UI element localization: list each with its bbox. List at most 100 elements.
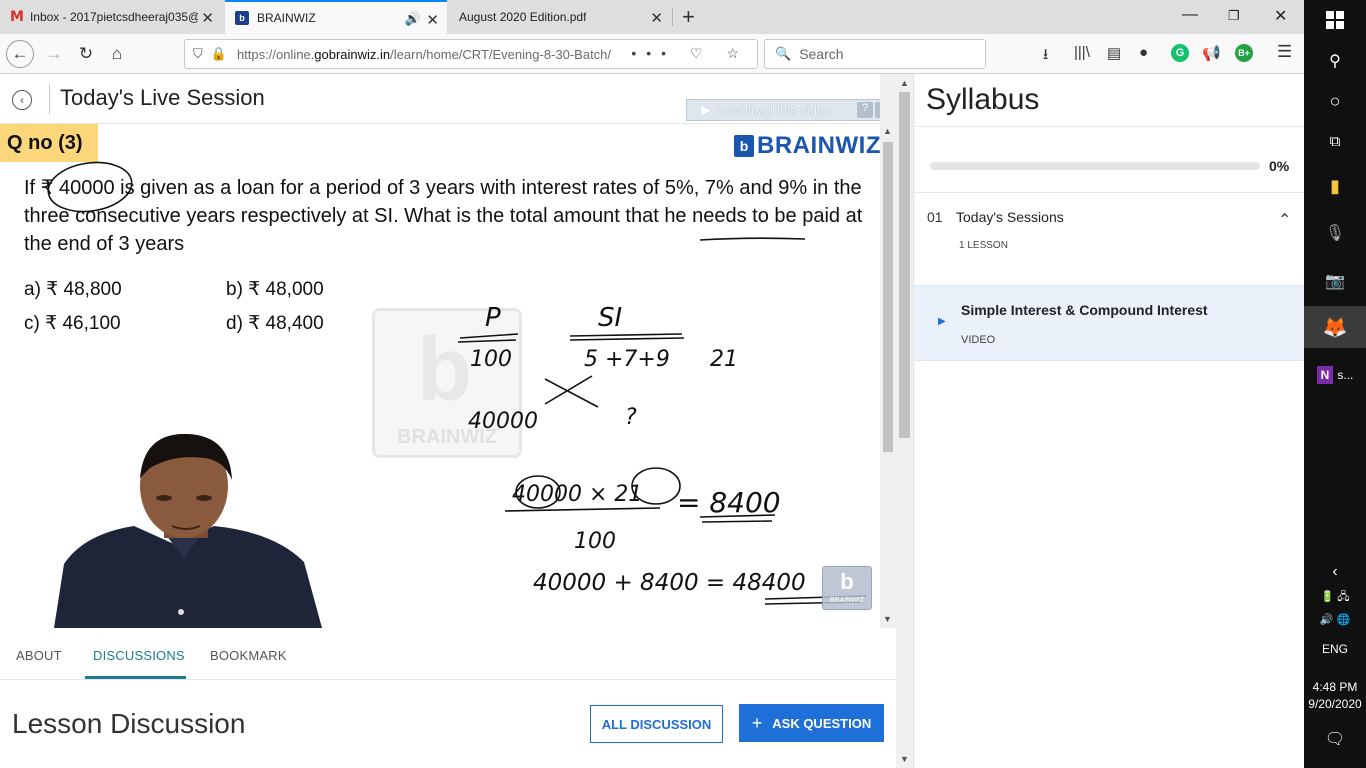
mini-logo-text: BRAINWIZ (829, 597, 865, 604)
hw-rates: 5 +7+9 (584, 347, 670, 372)
sidebar-icon[interactable]: ▤ (1107, 44, 1121, 62)
hw-21: 21 (710, 347, 738, 372)
header-divider (49, 84, 50, 114)
circle-annotation (47, 161, 133, 213)
syllabus-title: Syllabus (926, 83, 1040, 116)
download-label: Download this video (715, 102, 832, 118)
page-scrollbar[interactable]: ▲ ▼ (896, 74, 913, 768)
play-icon: ▶ (701, 102, 711, 117)
reload-button[interactable]: ↻ (72, 40, 100, 68)
webcam-icon[interactable]: 🎙 (1304, 218, 1366, 248)
lesson-item[interactable]: ▶ Simple Interest & Compound Interest VI… (914, 285, 1305, 361)
restore-icon[interactable]: ❐ (1228, 8, 1240, 24)
tab-discussions[interactable]: DISCUSSIONS (93, 648, 185, 663)
ask-question-label: ASK QUESTION (772, 715, 872, 731)
si-underline (569, 333, 685, 341)
inner-scroll-thumb[interactable] (883, 142, 893, 452)
help-icon[interactable]: ? (857, 102, 873, 118)
home-button[interactable]: ⌂ (103, 40, 131, 68)
clock-time[interactable]: 4:48 PM (1304, 680, 1366, 694)
hw-question: ? (625, 405, 637, 430)
search-icon: 🔍 (775, 46, 792, 61)
section-number: 01 (927, 209, 943, 225)
shield-icon[interactable]: ⛉ (193, 46, 203, 62)
library-icon[interactable]: |||\ (1074, 44, 1090, 61)
extension-b-icon[interactable]: B+ (1235, 44, 1253, 62)
cross-arrow (544, 375, 599, 408)
onenote-item[interactable]: N s... (1304, 360, 1366, 390)
download-video-button[interactable]: ▶ Download this video ? X (686, 99, 894, 121)
ask-question-button[interactable]: + ASK QUESTION (739, 704, 884, 742)
syllabus-panel: Syllabus 0% 01 Today's Sessions 1 LESSON… (913, 74, 1305, 768)
url-path: /learn/home/CRT/Evening-8-30-Batch/ (390, 46, 612, 62)
page-scroll-thumb[interactable] (899, 92, 910, 438)
lesson-type: VIDEO (961, 334, 996, 346)
volume-icon[interactable]: 🔊 🌐 (1304, 610, 1366, 628)
close-tab-icon[interactable]: ✕ (650, 9, 663, 27)
search-icon[interactable]: ⚲ (1304, 48, 1366, 74)
windows-taskbar: ⚲ ○ ⧉ ▮ 🎙 📷 🦊 N s... ‹ 🔋 🖧 🔊 🌐 ENG 4:48 … (1304, 0, 1366, 768)
onenote-icon: N (1316, 366, 1334, 384)
mini-logo-mark-icon: b (840, 569, 854, 594)
cortana-icon[interactable]: ○ (1304, 88, 1366, 114)
chevron-left-icon[interactable]: ‹ (1304, 560, 1366, 584)
megaphone-icon[interactable]: 📢 (1202, 44, 1221, 62)
new-tab-button[interactable]: + (682, 4, 695, 30)
back-arrow-icon[interactable]: ‹ (12, 90, 32, 110)
scroll-down-icon[interactable]: ▼ (883, 614, 892, 624)
grammarly-icon[interactable]: G (1171, 44, 1189, 62)
network-icon[interactable]: 🔋 🖧 (1304, 588, 1366, 606)
progress-percent: 0% (1269, 158, 1290, 174)
underline-annotation (699, 237, 806, 241)
start-button[interactable] (1304, 6, 1366, 34)
downloads-icon[interactable]: ⭳ (1043, 44, 1048, 69)
scroll-up-icon[interactable]: ▲ (900, 78, 909, 88)
divider (914, 126, 1305, 127)
session-header: ‹ Today's Live Session ▶ Download this v… (0, 74, 896, 124)
section-count: 1 LESSON (959, 240, 1008, 251)
tab-title: BRAINWIZ (257, 11, 316, 25)
lock-icon[interactable]: 🔒 (211, 46, 227, 62)
hw-100: 100 (470, 347, 512, 372)
url-prefix: https://online. (236, 46, 315, 62)
task-view-icon[interactable]: ⧉ (1304, 128, 1366, 154)
speaker-icon[interactable]: 🔊 (405, 11, 421, 27)
page-title: Today's Live Session (60, 85, 265, 110)
inner-scrollbar[interactable]: ▲ ▼ (880, 74, 896, 628)
camera-icon[interactable]: 📷 (1304, 266, 1366, 296)
page-actions-menu-icon[interactable]: ••• (631, 45, 676, 61)
account-icon[interactable]: ● (1139, 44, 1148, 61)
bookmark-star-icon[interactable]: ☆ (726, 45, 749, 61)
tab-title: August 2020 Edition.pdf (459, 10, 587, 24)
tab-about[interactable]: ABOUT (16, 648, 62, 663)
language-indicator[interactable]: ENG (1304, 642, 1366, 656)
notifications-icon[interactable]: 🗨 (1304, 728, 1366, 750)
tab-pdf[interactable]: August 2020 Edition.pdf ✕ (449, 0, 671, 34)
scroll-up-icon[interactable]: ▲ (883, 126, 892, 136)
p-underline (457, 333, 519, 343)
close-window-icon[interactable]: ✕ (1274, 6, 1287, 26)
file-explorer-icon[interactable]: ▮ (1304, 172, 1366, 200)
scroll-down-icon[interactable]: ▼ (900, 754, 909, 764)
minimize-icon[interactable]: — (1182, 6, 1198, 24)
clock-date[interactable]: 9/20/2020 (1304, 697, 1366, 711)
gmail-icon: M (10, 9, 24, 25)
url-bar[interactable]: ⛉ 🔒 https://online.gobrainwiz.in/learn/h… (184, 39, 758, 69)
forward-button[interactable]: → (40, 40, 68, 68)
chevron-up-icon[interactable]: ⌃ (1278, 210, 1291, 230)
search-bar[interactable]: 🔍 Search (764, 39, 986, 69)
all-discussion-button[interactable]: ALL DISCUSSION (590, 705, 723, 743)
windows-logo-icon (1326, 11, 1344, 29)
tab-brainwiz[interactable]: b BRAINWIZ 🔊 ✕ (225, 0, 447, 34)
video-player[interactable]: Q no (3) b BRAINWIZ If ₹ 40000 is given … (0, 124, 880, 628)
back-button[interactable]: ← (6, 40, 34, 68)
tab-gmail[interactable]: M Inbox - 2017pietcsdheeraj035@ ✕ (0, 0, 222, 34)
menu-icon[interactable]: ☰ (1277, 42, 1292, 62)
divider (914, 192, 1305, 193)
pocket-icon[interactable]: ♡ (690, 45, 713, 61)
tab-bookmark[interactable]: BOOKMARK (210, 648, 287, 663)
close-tab-icon[interactable]: ✕ (201, 9, 214, 27)
firefox-icon[interactable]: 🦊 (1304, 306, 1366, 348)
url-text[interactable]: https://online.gobrainwiz.in/learn/home/… (237, 47, 637, 62)
close-tab-icon[interactable]: ✕ (426, 11, 439, 29)
